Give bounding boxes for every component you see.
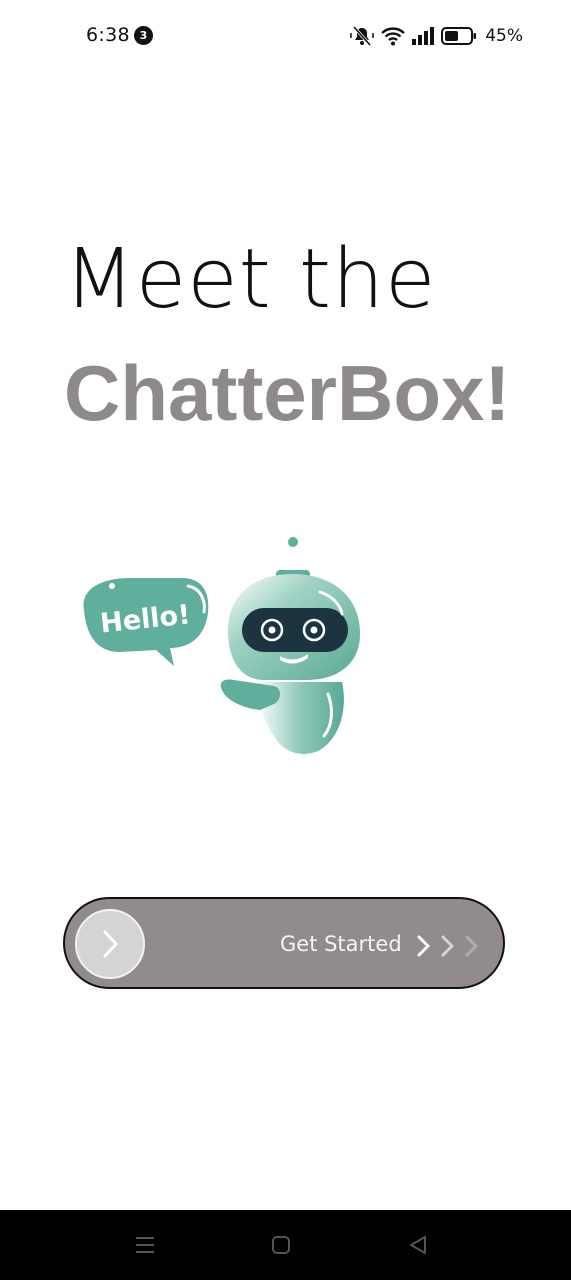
signal-icon bbox=[412, 27, 435, 45]
status-bar: 6:38 3 45% bbox=[0, 0, 571, 72]
robot-illustration: Hello! bbox=[83, 537, 360, 754]
headline-line1: Meet the bbox=[64, 232, 436, 327]
chevron-right-icon bbox=[103, 930, 118, 958]
status-time: 6:38 bbox=[86, 24, 130, 46]
back-icon[interactable] bbox=[407, 1234, 429, 1256]
headline-line2: ChatterBox! bbox=[64, 349, 511, 437]
slider-knob[interactable] bbox=[75, 909, 145, 979]
system-nav-bar bbox=[0, 1210, 571, 1280]
get-started-slider[interactable]: Get Started bbox=[63, 897, 505, 989]
battery-percentage: 45% bbox=[485, 26, 523, 46]
chevrons-hint-icon bbox=[417, 935, 478, 957]
notification-badge: 3 bbox=[134, 26, 153, 45]
speech-bubble: Hello! bbox=[83, 578, 209, 666]
home-icon[interactable] bbox=[271, 1235, 291, 1255]
status-icons: 45% bbox=[349, 24, 523, 48]
get-started-label: Get Started bbox=[280, 932, 402, 956]
wifi-icon bbox=[381, 27, 406, 46]
mute-icon bbox=[350, 26, 374, 46]
battery-icon bbox=[441, 27, 477, 45]
menu-icon[interactable] bbox=[134, 1234, 156, 1256]
headline-line1-text: Meet the bbox=[64, 232, 437, 327]
